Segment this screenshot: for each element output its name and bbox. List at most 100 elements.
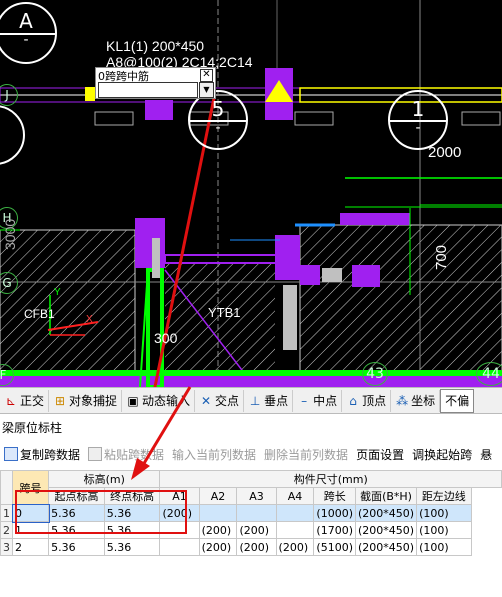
header-a1[interactable]: A1 <box>159 487 200 505</box>
ucs-x-label: X <box>86 314 93 325</box>
cell-end-elevation[interactable]: 5.36 <box>103 538 161 556</box>
header-elevation-group: 标高(m) <box>48 470 161 488</box>
beam-block-1 <box>145 100 173 120</box>
ucs-y-label: Y <box>54 287 61 298</box>
header-span-number[interactable]: 跨号 <box>11 470 50 505</box>
grid-corner <box>0 470 13 505</box>
header-span-length[interactable]: 跨长 <box>313 487 356 505</box>
cell-a1[interactable] <box>159 538 200 556</box>
dynamic-input-button[interactable]: ▣ 动态输入 <box>122 389 196 412</box>
chevron-down-icon[interactable]: ▼ <box>199 82 214 98</box>
cell-end-elevation[interactable]: 5.36 <box>103 521 161 539</box>
copy-span-data-button[interactable]: 复制跨数据 <box>0 446 84 463</box>
span-edit-popup[interactable]: 0跨跨中筋 ✕ ▼ <box>95 67 216 99</box>
cell-a1[interactable]: (200) <box>159 504 200 522</box>
cell-a3[interactable]: (200) <box>236 521 277 539</box>
dynamic-input-icon: ▣ <box>127 393 139 408</box>
row-number[interactable]: 2 <box>0 521 13 539</box>
cell-end-elevation[interactable]: 5.36 <box>103 504 161 522</box>
vertex-snap-button[interactable]: ⌂ 顶点 <box>342 389 392 412</box>
grid-column-header-row: 起点标高 终点标高 A1 A2 A3 A4 跨长 截面(B*H) 距左边线 <box>1 487 502 505</box>
close-icon[interactable]: ✕ <box>200 69 213 82</box>
grid-group-header-row: 跨号 标高(m) 构件尺寸(mm) <box>0 470 502 505</box>
perpendicular-icon: ⊥ <box>249 393 261 408</box>
cell-a4[interactable]: (200) <box>275 538 315 556</box>
label-3000: 3000 <box>2 218 18 250</box>
cantilever-button[interactable]: 悬 <box>476 446 496 463</box>
cell-left-offset[interactable]: (100) <box>416 504 472 522</box>
object-snap-icon: ⊞ <box>54 393 66 408</box>
popup-value-input[interactable] <box>98 82 198 98</box>
header-dimensions-group: 构件尺寸(mm) <box>159 470 502 488</box>
panel-title: 梁原位标柱 <box>0 415 502 441</box>
header-left-offset[interactable]: 距左边线 <box>416 487 472 505</box>
ortho-button[interactable]: ⊾ 正交 <box>0 389 50 412</box>
axis-bubble-1: 1 - <box>388 90 448 150</box>
label-cfb1: CFB1 <box>24 307 55 321</box>
slab-hatch-left <box>0 230 135 387</box>
cell-a2[interactable]: (200) <box>198 538 238 556</box>
cell-a3[interactable]: (200) <box>236 538 277 556</box>
cell-a1[interactable] <box>159 521 200 539</box>
axis-bubble-5: 5 - <box>188 90 248 150</box>
cell-section[interactable]: (200*450) <box>354 538 418 556</box>
cell-a4[interactable] <box>275 504 315 522</box>
no-offset-button[interactable]: 不偏 <box>440 388 475 413</box>
axis-label-44: 44 <box>476 362 502 386</box>
table-row[interactable]: 3 2 5.36 5.36 (200) (200) (200) (5100) (… <box>0 538 502 556</box>
copy-icon <box>4 446 18 461</box>
beam-label-line1: KL1(1) 200*450 <box>106 38 205 54</box>
cell-span-length[interactable]: (5100) <box>313 538 356 556</box>
cell-span-number[interactable]: 0 <box>11 503 50 523</box>
cell-left-offset[interactable]: (100) <box>416 521 472 539</box>
intersection-snap-button[interactable]: ✕ 交点 <box>195 389 245 412</box>
slab-hatch-right <box>300 225 502 387</box>
delete-current-column-button[interactable]: 删除当前列数据 <box>260 446 352 463</box>
cell-start-elevation[interactable]: 5.36 <box>48 521 105 539</box>
header-end-elevation[interactable]: 终点标高 <box>103 487 161 505</box>
cad-viewport[interactable]: A - 5 - 1 - J H G F 43 44 KL1(1) 200*450… <box>0 0 502 387</box>
cell-span-number[interactable]: 2 <box>11 538 50 556</box>
cell-start-elevation[interactable]: 5.36 <box>48 504 105 522</box>
dimension-700: 700 <box>433 244 450 270</box>
paste-icon <box>88 446 103 461</box>
cell-section[interactable]: (200*450) <box>354 504 418 522</box>
cell-left-offset[interactable]: (100) <box>416 538 472 556</box>
header-a3[interactable]: A3 <box>236 487 277 505</box>
header-start-elevation[interactable]: 起点标高 <box>48 487 105 505</box>
row-number[interactable]: 3 <box>0 538 13 556</box>
cell-start-elevation[interactable]: 5.36 <box>48 538 105 556</box>
object-snap-button[interactable]: ⊞ 对象捕捉 <box>49 389 123 412</box>
coordinate-snap-button[interactable]: ⁂ 坐标 <box>391 389 441 412</box>
cell-a2[interactable] <box>198 504 238 522</box>
page-setup-button[interactable]: 页面设置 <box>352 446 408 463</box>
cell-section[interactable]: (200*450) <box>354 521 418 539</box>
paste-span-data-button[interactable]: 粘贴跨数据 <box>84 446 168 463</box>
cell-a4[interactable] <box>275 521 315 539</box>
input-current-column-button[interactable]: 输入当前列数据 <box>168 446 260 463</box>
span-data-grid[interactable]: 跨号 标高(m) 构件尺寸(mm) 起点标高 终点标高 A1 A2 A3 A4 … <box>0 470 502 597</box>
cell-span-length[interactable]: (1000) <box>313 504 356 522</box>
intersection-icon: ✕ <box>201 393 212 408</box>
row-number[interactable]: 1 <box>0 504 13 522</box>
cell-a3[interactable] <box>236 504 277 522</box>
cell-span-length[interactable]: (1700) <box>313 521 356 539</box>
cell-a2[interactable]: (200) <box>198 521 238 539</box>
ortho-icon: ⊾ <box>5 393 17 408</box>
vertex-icon: ⌂ <box>349 393 357 408</box>
header-a2[interactable]: A2 <box>198 487 238 505</box>
dimension-2000: 2000 <box>428 144 462 161</box>
label-ytb1: YTB1 <box>208 305 241 320</box>
perpendicular-snap-button[interactable]: ⊥ 垂点 <box>244 389 294 412</box>
snap-toolbar: ⊾ 正交 ⊞ 对象捕捉 ▣ 动态输入 ✕ 交点 ⊥ 垂点 – 中点 ⌂ 顶点 ⁂ 坐标 不偏 <box>0 387 502 414</box>
midpoint-icon: – <box>301 393 308 408</box>
swap-start-span-button[interactable]: 调换起始跨 <box>408 446 476 463</box>
table-row[interactable]: 1 0 5.36 5.36 (200) (1000) (200*450) (10… <box>0 503 502 523</box>
table-row[interactable]: 2 1 5.36 5.36 (200) (200) (1700) (200*45… <box>0 521 502 539</box>
cell-span-number[interactable]: 1 <box>11 521 50 539</box>
header-a4[interactable]: A4 <box>275 487 315 505</box>
beam-col-left <box>135 218 165 268</box>
header-section[interactable]: 截面(B*H) <box>354 487 418 505</box>
midpoint-snap-button[interactable]: – 中点 <box>293 389 343 412</box>
axis-label-43: 43 <box>362 362 388 386</box>
